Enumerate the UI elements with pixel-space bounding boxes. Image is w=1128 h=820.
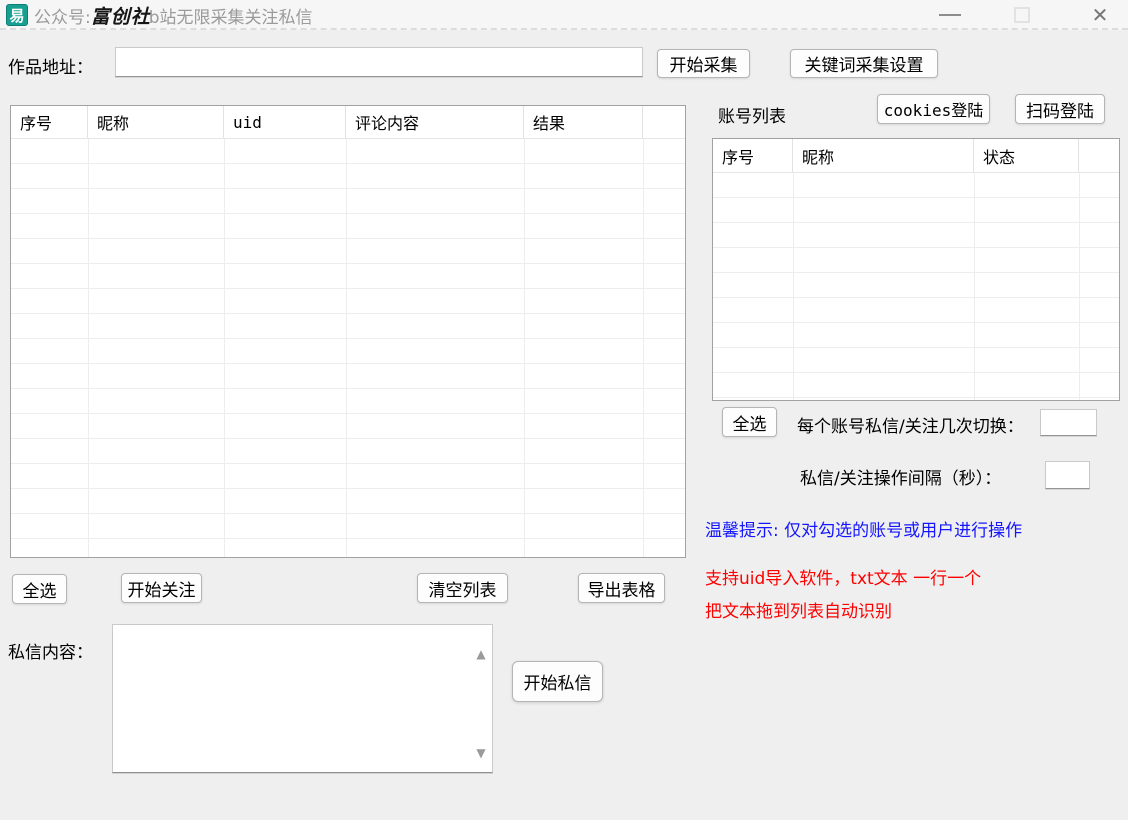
comments-select-all-button[interactable]: 全选 (12, 574, 67, 604)
interval-input[interactable] (1045, 461, 1090, 489)
comments-table-header: 序号 昵称 uid 评论内容 结果 (11, 106, 685, 139)
start-dm-button[interactable]: 开始私信 (512, 661, 603, 702)
column-header-index[interactable]: 序号 (713, 139, 793, 172)
column-header-spacer (643, 106, 685, 138)
column-divider (346, 139, 347, 557)
column-divider (88, 139, 89, 557)
url-input[interactable] (115, 47, 643, 77)
column-divider (224, 139, 225, 557)
export-table-button[interactable]: 导出表格 (578, 573, 665, 603)
maximize-button[interactable] (1000, 0, 1044, 30)
accounts-select-all-button[interactable]: 全选 (722, 407, 777, 437)
accounts-table: 序号 昵称 状态 (712, 138, 1120, 401)
window-title: 公众号:富创社b站无限采集关注私信 (34, 0, 313, 30)
app-icon: 易 (6, 4, 28, 26)
account-list-label: 账号列表 (718, 102, 786, 127)
hint-red-line2: 把文本拖到列表自动识别 (705, 597, 892, 622)
window-title-prefix: 公众号: (34, 3, 91, 28)
column-header-status[interactable]: 状态 (974, 139, 1079, 172)
switch-count-label: 每个账号私信/关注几次切换： (797, 412, 1024, 437)
window-title-rest: b站无限采集关注私信 (149, 3, 313, 28)
start-follow-button[interactable]: 开始关注 (121, 573, 202, 603)
minimize-icon (939, 14, 961, 16)
column-divider (643, 139, 644, 557)
column-divider (793, 173, 794, 400)
scroll-down-icon[interactable]: ▼ (474, 746, 488, 760)
column-header-result[interactable]: 结果 (524, 106, 643, 138)
interval-label: 私信/关注操作间隔（秒）： (800, 464, 1001, 489)
comments-table: 序号 昵称 uid 评论内容 结果 (10, 105, 686, 558)
cookies-login-button[interactable]: cookies登陆 (877, 94, 990, 124)
title-bar: 易 公众号:富创社b站无限采集关注私信 ✕ (0, 0, 1128, 30)
minimize-button[interactable] (928, 0, 972, 30)
scroll-up-icon[interactable]: ▲ (474, 647, 488, 661)
switch-count-input[interactable] (1040, 409, 1097, 436)
start-collect-button[interactable]: 开始采集 (657, 49, 750, 78)
qr-login-button[interactable]: 扫码登陆 (1015, 94, 1105, 124)
dm-content-label: 私信内容： (8, 638, 93, 663)
url-label: 作品地址： (8, 53, 93, 78)
close-button[interactable]: ✕ (1078, 0, 1122, 30)
column-header-spacer (1079, 139, 1119, 172)
column-header-nickname[interactable]: 昵称 (88, 106, 224, 138)
column-header-index[interactable]: 序号 (11, 106, 88, 138)
column-header-nickname[interactable]: 昵称 (793, 139, 974, 172)
keyword-collect-settings-button[interactable]: 关键词采集设置 (790, 49, 938, 78)
accounts-table-body[interactable] (713, 173, 1119, 400)
accounts-table-header: 序号 昵称 状态 (713, 139, 1119, 173)
maximize-icon (1014, 7, 1030, 23)
column-divider (524, 139, 525, 557)
hint-red-line1: 支持uid导入软件，txt文本 一行一个 (705, 564, 981, 589)
column-divider (1079, 173, 1080, 400)
hint-blue-note: 温馨提示: 仅对勾选的账号或用户进行操作 (705, 516, 1022, 541)
column-divider (974, 173, 975, 400)
dm-content-box: ▲ ▼ (112, 624, 493, 773)
comments-table-body[interactable] (11, 139, 685, 557)
dm-content-input[interactable] (113, 625, 471, 772)
column-header-uid[interactable]: uid (224, 106, 346, 138)
clear-list-button[interactable]: 清空列表 (417, 573, 508, 603)
column-header-comment[interactable]: 评论内容 (346, 106, 524, 138)
window-title-brand: 富创社 (91, 2, 151, 29)
